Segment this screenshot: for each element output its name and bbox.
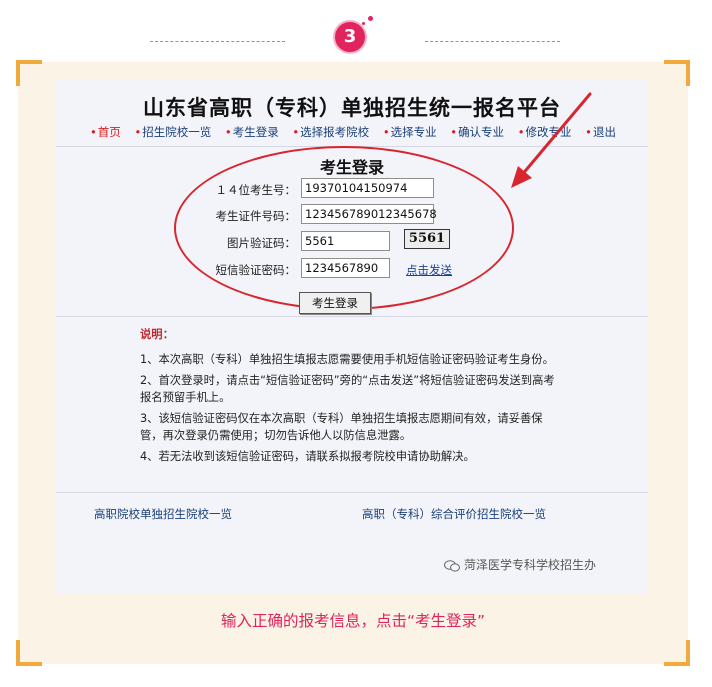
link-comprehensive-evaluation-list[interactable]: 高职（专科）综合评价招生院校一览 <box>362 506 546 522</box>
step-number-badge: 3 <box>333 20 367 54</box>
link-vocational-single-admission-list[interactable]: 高职院校单独招生院校一览 <box>94 506 232 522</box>
instruction-item: 2、首次登录时，请点击“短信验证密码”旁的“点击发送”将短信验证密码发送到高考报… <box>140 374 555 404</box>
footer-divider <box>56 492 648 493</box>
instruction-item: 3、该短信验证密码仅在本次高职（专科）单独招生填报志愿期间有效，请妥善保管，再次… <box>140 412 543 442</box>
step-header: 3 <box>0 14 712 54</box>
frame-corner-bottom-left <box>16 640 42 666</box>
frame-corner-top-left <box>16 60 42 86</box>
instructions: 说明： 1、本次高职（专科）单独招生填报志愿需要使用手机短信验证密码验证考生身份… <box>140 326 560 469</box>
watermark: 菏泽医学专科学校招生办 <box>444 556 596 573</box>
divider-left <box>150 41 285 42</box>
decor-dot <box>368 16 373 21</box>
frame-corner-top-right <box>664 60 690 86</box>
decor-dot-small <box>362 22 365 25</box>
instruction-item: 4、若无法收到该短信验证密码，请联系拟报考院校申请协助解决。 <box>140 450 475 463</box>
content-divider <box>56 316 648 317</box>
wechat-icon <box>444 559 460 572</box>
instruction-item: 1、本次高职（专科）单独招生填报志愿需要使用手机短信验证密码验证考生身份。 <box>140 353 554 366</box>
embedded-screenshot: 山东省高职（专科）单独招生统一报名平台 •首页 •招生院校一览 •考生登录 •选… <box>56 80 648 594</box>
divider-right <box>425 41 560 42</box>
instructions-heading: 说明： <box>140 328 174 341</box>
screenshot-frame: 山东省高职（专科）单独招生统一报名平台 •首页 •招生院校一览 •考生登录 •选… <box>16 60 690 666</box>
watermark-text: 菏泽医学专科学校招生办 <box>464 558 597 572</box>
step-caption: 输入正确的报考信息，点击“考生登录” <box>220 612 486 630</box>
frame-corner-bottom-right <box>664 640 690 666</box>
